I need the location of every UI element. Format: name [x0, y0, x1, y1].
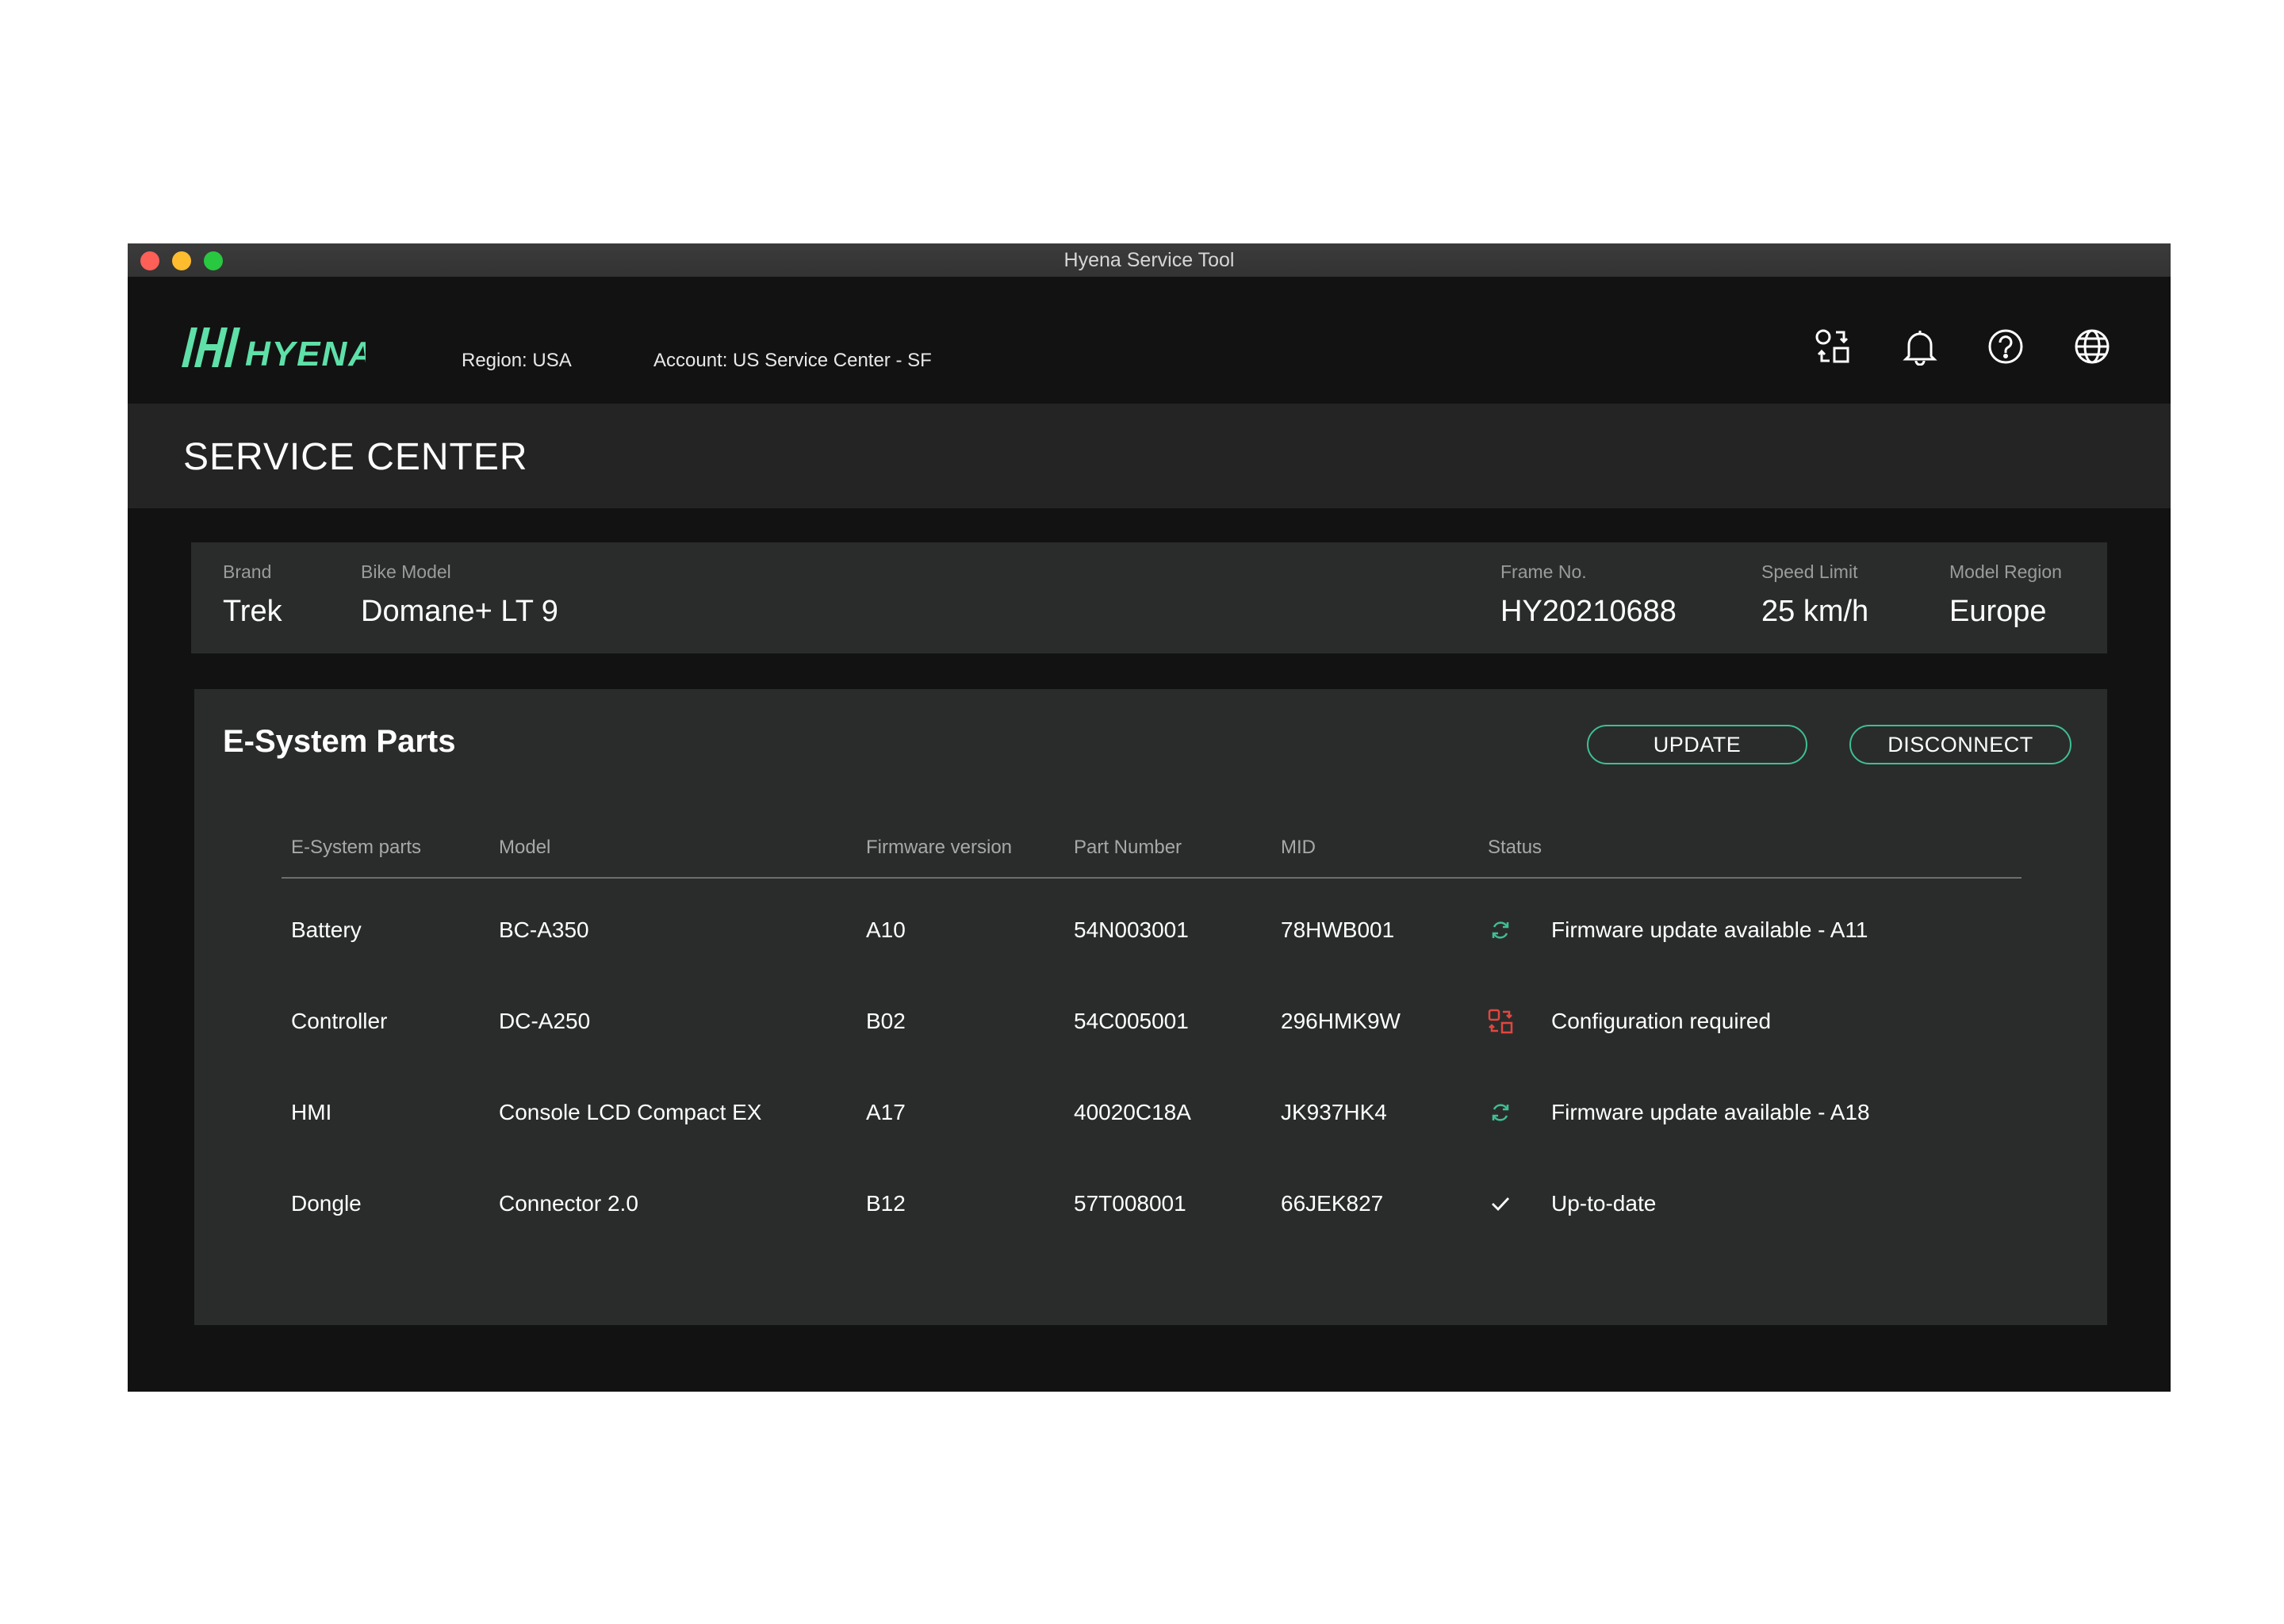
part-number-cell: 57T008001: [1074, 1191, 1186, 1216]
firmware-cell: A10: [866, 917, 906, 942]
svg-text:HYENA: HYENA: [245, 335, 366, 369]
parts-section-title: E-System Parts: [223, 724, 456, 759]
part-number-cell: 54N003001: [1074, 917, 1189, 942]
title-bar[interactable]: Hyena Service Tool: [128, 243, 2171, 278]
part-name-cell: HMI: [291, 1100, 332, 1124]
model-region-label: Model Region: [1949, 561, 2062, 582]
hyena-logo-mark: HYENA: [182, 327, 374, 373]
part-number-cell: 40020C18A: [1074, 1100, 1191, 1124]
table-row[interactable]: HMI Console LCD Compact EX A17 40020C18A…: [194, 1089, 2107, 1136]
part-name-cell: Battery: [291, 917, 362, 942]
mid-cell: 78HWB001: [1281, 917, 1395, 942]
page-title: SERVICE CENTER: [183, 436, 528, 478]
bike-info-card: Brand Trek Bike Model Domane+ LT 9 Frame…: [191, 542, 2107, 653]
app-window: Hyena Service Tool HYENA Region: USA Acc…: [128, 243, 2171, 1392]
frame-number-field: Frame No. HY20210688: [1500, 561, 1677, 629]
part-number-cell: 54C005001: [1074, 1009, 1189, 1033]
status-cell: Firmware update available - A11: [1551, 917, 1868, 942]
column-header-firmware[interactable]: Firmware version: [866, 837, 1012, 859]
column-header-part-number[interactable]: Part Number: [1074, 837, 1182, 859]
table-row[interactable]: Controller DC-A250 B02 54C005001 296HMK9…: [194, 998, 2107, 1045]
refresh-icon: [1488, 917, 1513, 943]
refresh-icon: [1488, 1100, 1513, 1125]
bike-model-field: Bike Model Domane+ LT 9: [361, 561, 558, 629]
brand-label: Brand: [223, 561, 272, 582]
page-title-band: SERVICE CENTER: [128, 404, 2171, 508]
bike-model-value: Domane+ LT 9: [361, 595, 558, 628]
update-button[interactable]: UPDATE: [1587, 725, 1807, 764]
e-system-parts-card: E-System Parts UPDATE DISCONNECT E-Syste…: [194, 689, 2107, 1325]
bike-model-label: Bike Model: [361, 561, 451, 582]
model-cell: Connector 2.0: [499, 1191, 638, 1216]
model-cell: Console LCD Compact EX: [499, 1100, 762, 1124]
firmware-cell: B02: [866, 1009, 906, 1033]
speed-limit-label: Speed Limit: [1761, 561, 1858, 582]
screen: Hyena Service Tool HYENA Region: USA Acc…: [0, 0, 2284, 1624]
part-name-cell: Controller: [291, 1009, 388, 1033]
window-title: Hyena Service Tool: [1063, 249, 1235, 271]
table-row[interactable]: Battery BC-A350 A10 54N003001 78HWB001 F…: [194, 906, 2107, 954]
column-header-status[interactable]: Status: [1488, 837, 1542, 859]
column-header-part[interactable]: E-System parts: [291, 837, 421, 859]
column-header-model[interactable]: Model: [499, 837, 550, 859]
model-region-value: Europe: [1949, 595, 2047, 628]
model-region-field: Model Region Europe: [1949, 561, 2062, 629]
status-cell: Firmware update available - A18: [1551, 1100, 1870, 1124]
mid-cell: JK937HK4: [1281, 1100, 1387, 1124]
region-label: Region: USA: [462, 350, 572, 371]
model-cell: DC-A250: [499, 1009, 591, 1033]
frame-number-label: Frame No.: [1500, 561, 1587, 582]
speed-limit-value: 25 km/h: [1761, 595, 1869, 628]
firmware-cell: B12: [866, 1191, 906, 1216]
brand-field: Brand Trek: [223, 561, 282, 629]
table-row[interactable]: Dongle Connector 2.0 B12 57T008001 66JEK…: [194, 1180, 2107, 1228]
disconnect-button[interactable]: DISCONNECT: [1849, 725, 2071, 764]
speed-limit-field: Speed Limit 25 km/h: [1761, 561, 1868, 629]
mid-cell: 66JEK827: [1281, 1191, 1384, 1216]
app-header: HYENA Region: USA Account: US Service Ce…: [128, 277, 2171, 404]
frame-number-value: HY20210688: [1500, 595, 1677, 628]
status-cell: Up-to-date: [1551, 1191, 1657, 1216]
table-header-divider: [282, 877, 2021, 879]
status-cell: Configuration required: [1551, 1009, 1772, 1033]
model-cell: BC-A350: [499, 917, 589, 942]
help-icon[interactable]: [1983, 324, 2028, 369]
globe-icon[interactable]: [2070, 324, 2114, 369]
account-label: Account: US Service Center - SF: [653, 350, 932, 371]
part-name-cell: Dongle: [291, 1191, 362, 1216]
hyena-logo: HYENA: [182, 326, 374, 373]
config-icon: [1488, 1009, 1513, 1034]
brand-value: Trek: [223, 595, 282, 628]
device-swap-icon[interactable]: [1811, 324, 1855, 369]
column-header-mid[interactable]: MID: [1281, 837, 1316, 859]
mid-cell: 296HMK9W: [1281, 1009, 1401, 1033]
bell-icon[interactable]: [1898, 324, 1942, 369]
firmware-cell: A17: [866, 1100, 906, 1124]
check-icon: [1488, 1191, 1513, 1216]
